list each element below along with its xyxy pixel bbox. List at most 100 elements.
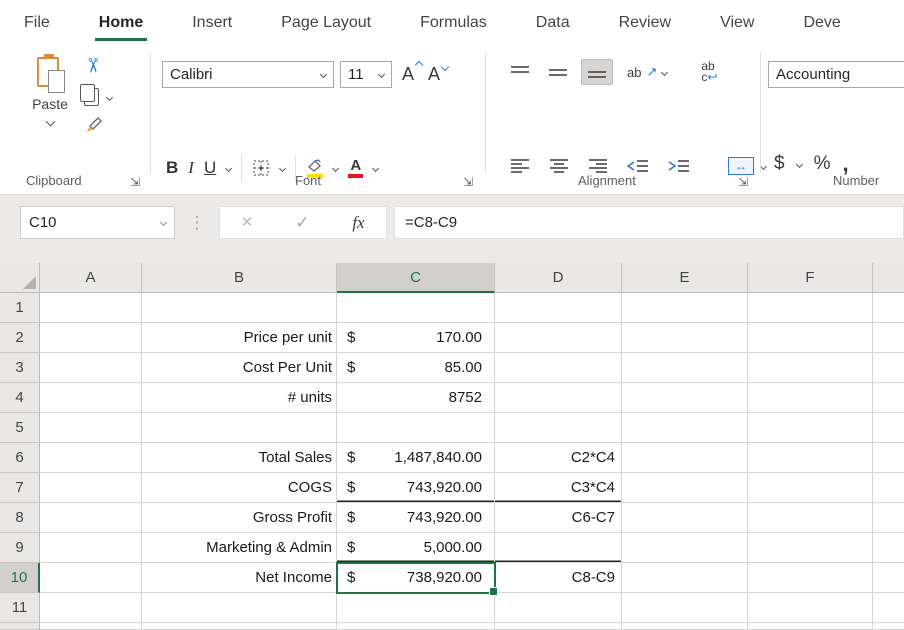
column-header-e[interactable]: E: [622, 263, 748, 293]
font-size-select[interactable]: 11: [340, 61, 392, 88]
cell-b1[interactable]: [142, 293, 337, 323]
cell-c9[interactable]: $5,000.00: [337, 533, 495, 563]
bottom-align-button[interactable]: [581, 59, 613, 85]
italic-button[interactable]: I: [188, 158, 194, 178]
column-header-c[interactable]: C: [337, 263, 495, 293]
cell-b7[interactable]: COGS: [142, 473, 337, 503]
cell-b8[interactable]: Gross Profit: [142, 503, 337, 533]
decrease-font-size-button[interactable]: A: [424, 64, 444, 85]
cell-b10[interactable]: Net Income: [142, 563, 337, 593]
cell-f3[interactable]: [748, 353, 873, 383]
cell-e5[interactable]: [622, 413, 748, 443]
cell-e4[interactable]: [622, 383, 748, 413]
cell-d5[interactable]: [495, 413, 622, 443]
cell-g5[interactable]: [873, 413, 904, 443]
column-header-d[interactable]: D: [495, 263, 622, 293]
cell-e1[interactable]: [622, 293, 748, 323]
cell-g12[interactable]: [873, 623, 904, 630]
cell-e10[interactable]: [622, 563, 748, 593]
column-header-b[interactable]: B: [142, 263, 337, 293]
cell-g11[interactable]: [873, 593, 904, 623]
underline-button[interactable]: U: [204, 158, 216, 178]
cell-e8[interactable]: [622, 503, 748, 533]
increase-font-size-button[interactable]: A: [398, 64, 418, 85]
cell-b4[interactable]: # units: [142, 383, 337, 413]
orientation-button[interactable]: ab↗: [627, 64, 667, 80]
cell-b11[interactable]: [142, 593, 337, 623]
tab-developer[interactable]: Deve: [803, 14, 840, 32]
cell-e7[interactable]: [622, 473, 748, 503]
paste-button[interactable]: Paste: [24, 55, 76, 130]
percent-format-button[interactable]: %: [814, 153, 831, 175]
cell-d6[interactable]: C2*C4: [495, 443, 622, 473]
cut-icon[interactable]: ✂: [80, 57, 105, 74]
tab-home[interactable]: Home: [99, 14, 143, 32]
cell-c8[interactable]: $743,920.00: [337, 503, 495, 533]
row-header-12-partial[interactable]: [0, 623, 40, 630]
cell-c1[interactable]: [337, 293, 495, 323]
cell-e3[interactable]: [622, 353, 748, 383]
cell-d3[interactable]: [495, 353, 622, 383]
cell-g6[interactable]: [873, 443, 904, 473]
cell-f4[interactable]: [748, 383, 873, 413]
tab-formulas[interactable]: Formulas: [420, 14, 487, 32]
row-header-5[interactable]: 5: [0, 413, 40, 443]
cell-b3[interactable]: Cost Per Unit: [142, 353, 337, 383]
font-dialog-launcher-icon[interactable]: ⇲: [463, 175, 473, 189]
alignment-dialog-launcher-icon[interactable]: ⇲: [738, 175, 748, 189]
cell-b5[interactable]: [142, 413, 337, 443]
cell-d8[interactable]: C6-C7: [495, 503, 622, 533]
cell-g2[interactable]: [873, 323, 904, 353]
cell-b9[interactable]: Marketing & Admin: [142, 533, 337, 563]
cell-d9[interactable]: [495, 533, 622, 563]
tab-page-layout[interactable]: Page Layout: [281, 14, 371, 32]
cell-g8[interactable]: [873, 503, 904, 533]
cell-g7[interactable]: [873, 473, 904, 503]
cell-d12[interactable]: [495, 623, 622, 630]
cell-f12[interactable]: [748, 623, 873, 630]
cell-a6[interactable]: [40, 443, 142, 473]
center-button[interactable]: [544, 153, 574, 179]
cell-g1[interactable]: [873, 293, 904, 323]
cell-e6[interactable]: [622, 443, 748, 473]
font-color-button[interactable]: A: [348, 159, 363, 178]
cell-a12[interactable]: [40, 623, 142, 630]
row-header-10[interactable]: 10: [0, 563, 40, 593]
cell-f9[interactable]: [748, 533, 873, 563]
cell-d4[interactable]: [495, 383, 622, 413]
tab-file[interactable]: File: [24, 14, 50, 32]
cell-a10[interactable]: [40, 563, 142, 593]
cell-a9[interactable]: [40, 533, 142, 563]
clipboard-dialog-launcher-icon[interactable]: ⇲: [130, 175, 140, 189]
cell-b12[interactable]: [142, 623, 337, 630]
row-header-4[interactable]: 4: [0, 383, 40, 413]
cell-c3[interactable]: $85.00: [337, 353, 495, 383]
row-header-11[interactable]: 11: [0, 593, 40, 623]
cell-b2[interactable]: Price per unit: [142, 323, 337, 353]
cell-a2[interactable]: [40, 323, 142, 353]
enter-button[interactable]: ✓: [295, 213, 309, 233]
cell-d7[interactable]: C3*C4: [495, 473, 622, 503]
name-box[interactable]: C10: [20, 206, 175, 239]
row-header-1[interactable]: 1: [0, 293, 40, 323]
cell-d1[interactable]: [495, 293, 622, 323]
cell-a7[interactable]: [40, 473, 142, 503]
cell-f2[interactable]: [748, 323, 873, 353]
cell-f8[interactable]: [748, 503, 873, 533]
cell-a8[interactable]: [40, 503, 142, 533]
borders-dropdown-chevron-icon[interactable]: [279, 164, 286, 171]
cell-c10-selected[interactable]: $738,920.00: [337, 563, 495, 593]
align-left-button[interactable]: [505, 153, 535, 179]
cell-g3[interactable]: [873, 353, 904, 383]
cell-f5[interactable]: [748, 413, 873, 443]
top-align-button[interactable]: [505, 60, 535, 84]
cell-f7[interactable]: [748, 473, 873, 503]
cell-d10[interactable]: C8-C9: [495, 563, 622, 593]
cell-c11[interactable]: [337, 593, 495, 623]
insert-function-button[interactable]: fx: [352, 213, 364, 233]
tab-insert[interactable]: Insert: [192, 14, 232, 32]
column-header-f[interactable]: F: [748, 263, 873, 293]
cell-f6[interactable]: [748, 443, 873, 473]
currency-format-button[interactable]: $: [774, 153, 785, 175]
middle-align-button[interactable]: [543, 60, 573, 84]
